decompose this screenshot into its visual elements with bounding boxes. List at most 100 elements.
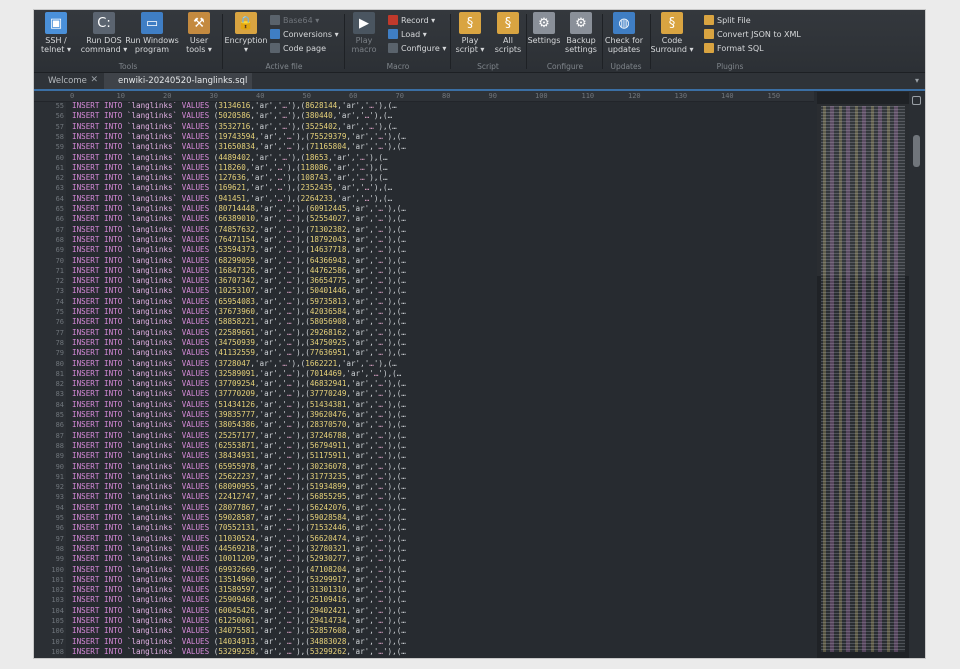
ribbon-separator [222, 14, 223, 69]
record-icon [388, 15, 398, 25]
ribbon-item-label: Conversions ▾ [283, 29, 339, 39]
ribbon-item-label: Convert JSON to XML [717, 29, 801, 39]
lock-button[interactable]: 🔒 Encryption ▾ [224, 12, 268, 62]
tab-list-dropdown-icon[interactable]: ▾ [915, 76, 919, 85]
ribbon-toolbar: ▣ SSH / telnet ▾ C: Run DOS command ▾ ▭ Run W… [34, 10, 925, 73]
ribbon-button-label: Play macro [351, 36, 377, 54]
line-number: 59 [55, 143, 64, 152]
code-line: INSERT INTO `langlinks` VALUES (69932669… [72, 564, 406, 574]
ruler-tick: 150 [767, 92, 781, 100]
minimap[interactable] [817, 92, 909, 658]
code-line: INSERT INTO `langlinks` VALUES (76471154… [72, 234, 406, 244]
hammer-icon: ⚒ [188, 12, 210, 34]
code-line: INSERT INTO `langlinks` VALUES (118260,'… [72, 162, 388, 172]
record-item[interactable]: Record ▾ [388, 14, 435, 26]
line-number: 62 [55, 174, 64, 183]
base64-item[interactable]: Base64 ▾ [270, 14, 319, 26]
line-number: 97 [55, 534, 64, 543]
convert-json-item[interactable]: Convert JSON to XML [704, 28, 801, 40]
ribbon-button-label: Run DOS command ▾ [80, 36, 128, 54]
close-icon[interactable]: ✕ [90, 75, 98, 85]
conversions-item[interactable]: Conversions ▾ [270, 28, 339, 40]
backup-gear-button[interactable]: ⚙ Backup settings [562, 12, 600, 62]
code-line: INSERT INTO `langlinks` VALUES (25257177… [72, 430, 406, 440]
line-number: 86 [55, 421, 64, 430]
line-number: 66 [55, 215, 64, 224]
code-line: INSERT INTO `langlinks` VALUES (41132559… [72, 348, 406, 358]
globe-icon: ◍ [613, 12, 635, 34]
tab-welcome[interactable]: Welcome ✕ [34, 73, 104, 89]
tab-bar: ▾ Welcome ✕ enwiki-20240520-langlinks.sql [34, 73, 925, 91]
base64-icon [270, 15, 280, 25]
scroll-thumb[interactable] [913, 135, 920, 167]
lock-icon: 🔒 [235, 12, 257, 34]
code-line: INSERT INTO `langlinks` VALUES (4489402,… [72, 152, 388, 162]
line-number: 69 [55, 246, 64, 255]
surround-icon: § [661, 12, 683, 34]
code-line: INSERT INTO `langlinks` VALUES (74857632… [72, 224, 406, 234]
gear-button[interactable]: ⚙ Settings [528, 12, 560, 62]
split-file-icon [704, 15, 714, 25]
code-line: INSERT INTO `langlinks` VALUES (38054386… [72, 420, 406, 430]
line-number: 88 [55, 441, 64, 450]
ribbon-item-label: Split File [717, 15, 751, 25]
code-line: INSERT INTO `langlinks` VALUES (19743594… [72, 131, 406, 141]
line-number: 56 [55, 112, 64, 121]
tab-label: enwiki-20240520-langlinks.sql [118, 76, 248, 86]
script-button[interactable]: § Play script ▾ [452, 12, 488, 62]
code-line: INSERT INTO `langlinks` VALUES (22412747… [72, 492, 406, 502]
scripts-icon: § [497, 12, 519, 34]
terminal-button[interactable]: ▣ SSH / telnet ▾ [36, 12, 76, 62]
play-macro-button[interactable]: ▶ Play macro [346, 12, 382, 62]
window-button[interactable]: ▭ Run Windows program [125, 12, 179, 62]
code-line: INSERT INTO `langlinks` VALUES (34750939… [72, 337, 406, 347]
code-line: INSERT INTO `langlinks` VALUES (169621,'… [72, 183, 393, 193]
code-page-icon [270, 43, 280, 53]
ruler-tick: 40 [256, 92, 265, 100]
script-icon: § [459, 12, 481, 34]
split-file-item[interactable]: Split File [704, 14, 751, 26]
dos-button[interactable]: C: Run DOS command ▾ [80, 12, 128, 62]
line-number: 83 [55, 390, 64, 399]
tab-langlinks-sql[interactable]: enwiki-20240520-langlinks.sql [104, 73, 252, 89]
line-number: 61 [55, 163, 64, 172]
group-label-configure: Configure [546, 62, 584, 71]
ribbon-button-label: User tools ▾ [186, 36, 212, 54]
ruler-tick: 20 [163, 92, 172, 100]
scroll-top-button[interactable] [912, 96, 921, 105]
ribbon-button-label: SSH / telnet ▾ [41, 36, 71, 54]
load-item[interactable]: Load ▾ [388, 28, 427, 40]
line-number: 68 [55, 235, 64, 244]
code-line: INSERT INTO `langlinks` VALUES (70552131… [72, 523, 406, 533]
line-number: 71 [55, 266, 64, 275]
code-editor[interactable]: 55 INSERT INTO `langlinks` VALUES (313461… [34, 102, 814, 658]
ribbon-button-label: All scripts [494, 36, 522, 54]
code-line: INSERT INTO `langlinks` VALUES (53594373… [72, 245, 406, 255]
code-line: INSERT INTO `langlinks` VALUES (53299258… [72, 646, 406, 656]
column-ruler: 0 10 20 30 40 50 60 70 80 90 100 110 120 130 140 150 [34, 91, 814, 102]
line-number: 101 [51, 575, 64, 584]
surround-button[interactable]: § Code Surround ▾ [650, 12, 694, 62]
code-page-item[interactable]: Code page [270, 42, 326, 54]
code-line: INSERT INTO `langlinks` VALUES (31650834… [72, 142, 406, 152]
code-line: INSERT INTO `langlinks` VALUES (51434126… [72, 399, 406, 409]
ribbon-button-label: Encryption ▾ [224, 36, 268, 54]
configure-item[interactable]: Configure ▾ [388, 42, 446, 54]
code-line: INSERT INTO `langlinks` VALUES (22589661… [72, 327, 406, 337]
configure-icon [388, 43, 398, 53]
ruler-tick: 10 [116, 92, 125, 100]
globe-button[interactable]: ◍ Check for updates [604, 12, 644, 62]
group-label-script: Script [477, 62, 499, 71]
scripts-button[interactable]: § All scripts [492, 12, 524, 62]
vertical-scrollbar[interactable] [909, 92, 925, 658]
line-number: 90 [55, 462, 64, 471]
line-number: 65 [55, 205, 64, 213]
ruler-tick: 130 [674, 92, 688, 100]
minimap-viewport[interactable] [817, 104, 909, 276]
line-number: 73 [55, 287, 64, 296]
line-number: 108 [51, 647, 64, 656]
ruler-tick: 110 [581, 92, 595, 100]
code-line: INSERT INTO `langlinks` VALUES (61250061… [72, 616, 406, 625]
format-sql-item[interactable]: Format SQL [704, 42, 764, 54]
hammer-button[interactable]: ⚒ User tools ▾ [179, 12, 219, 62]
